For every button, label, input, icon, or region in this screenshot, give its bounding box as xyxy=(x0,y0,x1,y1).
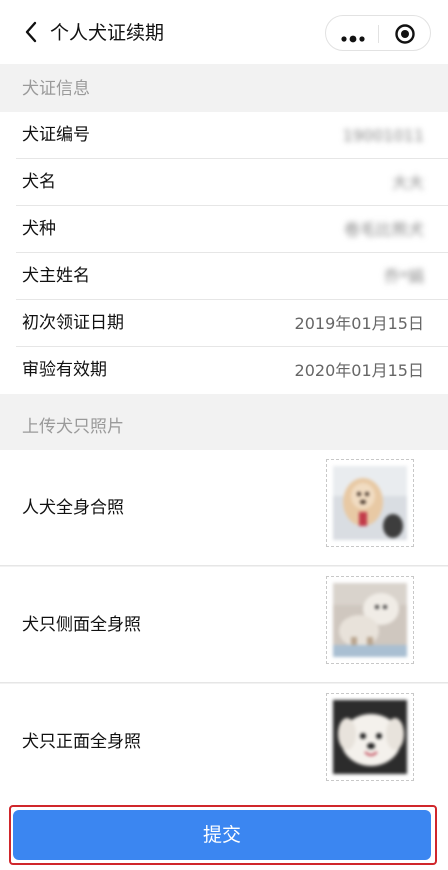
more-dots-icon xyxy=(341,35,365,43)
photo-row-dog-front: 犬只正面全身照 xyxy=(0,684,448,800)
photo-upload-slot[interactable] xyxy=(326,576,414,664)
submit-button[interactable]: 提交 xyxy=(13,810,431,860)
dog-photo-thumbnail xyxy=(333,466,407,540)
row-value: 大大 xyxy=(391,173,424,192)
row-value: 19001011 xyxy=(342,126,424,145)
more-button[interactable] xyxy=(340,29,366,43)
capsule-divider xyxy=(378,25,379,43)
license-number-row: 犬证编号 19001011 xyxy=(0,112,448,159)
section-title: 犬证信息 xyxy=(22,79,90,99)
dog-breed-row: 犬种 卷毛比熊犬 xyxy=(0,206,448,253)
row-label: 审验有效期 xyxy=(22,360,107,380)
row-value: 乔*娟 xyxy=(383,267,424,286)
footer-bar: 提交 xyxy=(0,800,448,870)
row-label: 犬证编号 xyxy=(22,125,90,145)
divider xyxy=(0,682,448,683)
photo-row-owner-with-dog: 人犬全身合照 xyxy=(0,450,448,566)
row-label: 犬名 xyxy=(22,172,56,192)
target-close-icon xyxy=(395,24,415,44)
navigation-bar: 个人犬证续期 xyxy=(0,0,448,64)
mini-program-capsule xyxy=(325,15,431,51)
photo-label: 犬只正面全身照 xyxy=(22,732,141,752)
owner-name-row: 犬主姓名 乔*娟 xyxy=(0,253,448,300)
dog-photo-thumbnail xyxy=(333,700,407,774)
photo-row-dog-side: 犬只侧面全身照 xyxy=(0,567,448,683)
row-value: 卷毛比熊犬 xyxy=(343,220,424,239)
page-title: 个人犬证续期 xyxy=(50,22,165,44)
close-button[interactable] xyxy=(394,23,416,45)
dog-name-row: 犬名 大大 xyxy=(0,159,448,206)
validity-period-row: 审验有效期 2020年01月15日 xyxy=(0,347,448,394)
row-value: 2020年01月15日 xyxy=(294,361,424,380)
photo-upload-slot[interactable] xyxy=(326,693,414,781)
dog-photo-thumbnail xyxy=(333,583,407,657)
photo-label: 犬只侧面全身照 xyxy=(22,615,141,635)
divider xyxy=(0,565,448,566)
section-title: 上传犬只照片 xyxy=(22,417,124,437)
row-label: 初次领证日期 xyxy=(22,313,124,333)
row-label: 犬种 xyxy=(22,219,56,239)
section-header-license-info: 犬证信息 xyxy=(0,66,448,112)
row-value: 2019年01月15日 xyxy=(294,314,424,333)
row-label: 犬主姓名 xyxy=(22,266,90,286)
photo-label: 人犬全身合照 xyxy=(22,498,124,518)
photo-upload-slot[interactable] xyxy=(326,459,414,547)
first-license-date-row: 初次领证日期 2019年01月15日 xyxy=(0,300,448,347)
chevron-left-icon xyxy=(25,21,37,43)
back-button[interactable] xyxy=(18,18,46,46)
section-header-upload-photos: 上传犬只照片 xyxy=(0,404,448,450)
